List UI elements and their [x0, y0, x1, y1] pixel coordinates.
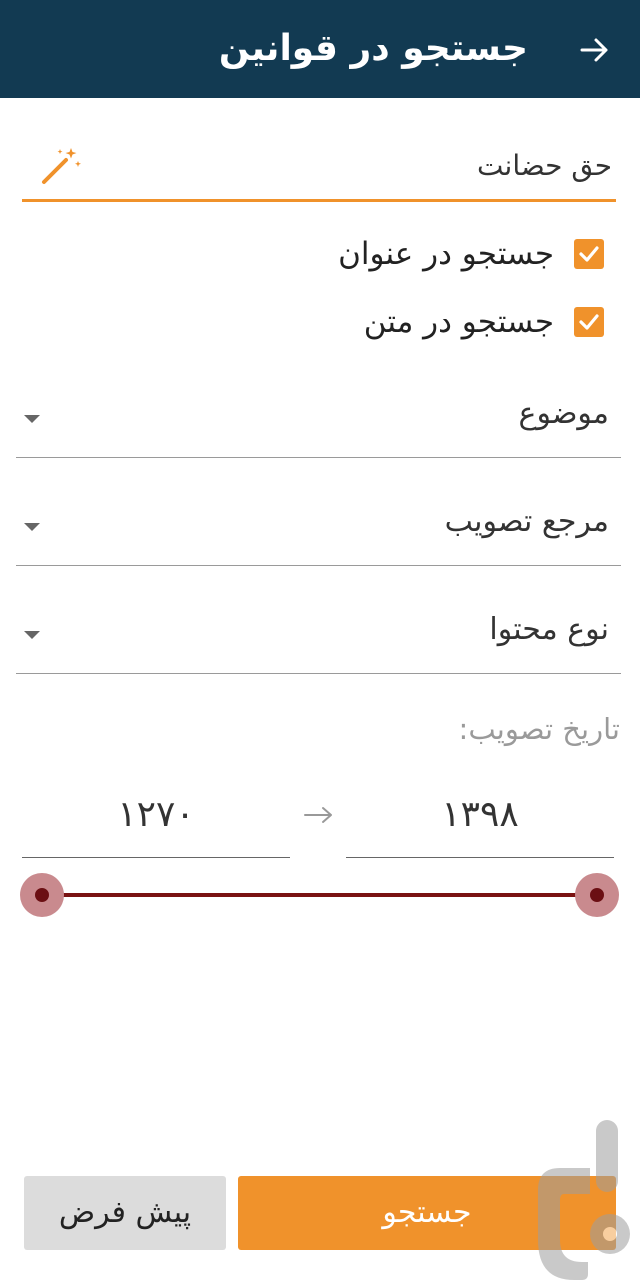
magic-wand-icon[interactable]	[38, 144, 82, 188]
checkbox-search-in-title[interactable]: جستجو در عنوان	[338, 236, 604, 286]
checkbox-checked-icon[interactable]	[574, 239, 604, 269]
arrow-icon	[304, 807, 332, 823]
dropdown-subject[interactable]: موضوع	[16, 390, 621, 458]
checkbox-label: جستجو در متن	[363, 304, 554, 340]
search-input[interactable]	[132, 142, 612, 188]
arrow-right-icon[interactable]	[578, 33, 612, 67]
checkbox-search-in-text[interactable]: جستجو در متن	[364, 304, 604, 354]
dropdown-arrow-icon[interactable]	[24, 415, 40, 423]
dropdown-arrow-icon[interactable]	[24, 631, 40, 639]
year-range-slider[interactable]	[0, 868, 640, 924]
checkbox-checked-icon[interactable]	[574, 307, 604, 337]
approval-date-label: تاریخ تصویب:	[458, 712, 620, 746]
dropdown-label: نوع محتوا	[489, 612, 609, 647]
dropdown-approval-authority[interactable]: مرجع تصویب	[16, 498, 621, 566]
bazaar-logo-icon	[538, 1120, 630, 1280]
app-bar: جستجو در قوانین	[0, 0, 640, 98]
slider-thumb-low[interactable]	[20, 873, 64, 917]
year-to-field[interactable]: ۱۳۹۸	[346, 780, 614, 858]
slider-thumb-high[interactable]	[575, 873, 619, 917]
dropdown-label: مرجع تصویب	[444, 504, 609, 539]
page-title: جستجو در قوانین	[218, 28, 528, 69]
dropdown-content-type[interactable]: نوع محتوا	[16, 606, 621, 674]
year-from-field[interactable]: ۱۲۷۰	[22, 780, 290, 858]
dropdown-arrow-icon[interactable]	[24, 523, 40, 531]
dropdown-label: موضوع	[518, 396, 609, 431]
checkbox-label: جستجو در عنوان	[338, 236, 554, 272]
search-field	[22, 132, 616, 202]
reset-default-button[interactable]: پیش فرض	[24, 1176, 226, 1250]
